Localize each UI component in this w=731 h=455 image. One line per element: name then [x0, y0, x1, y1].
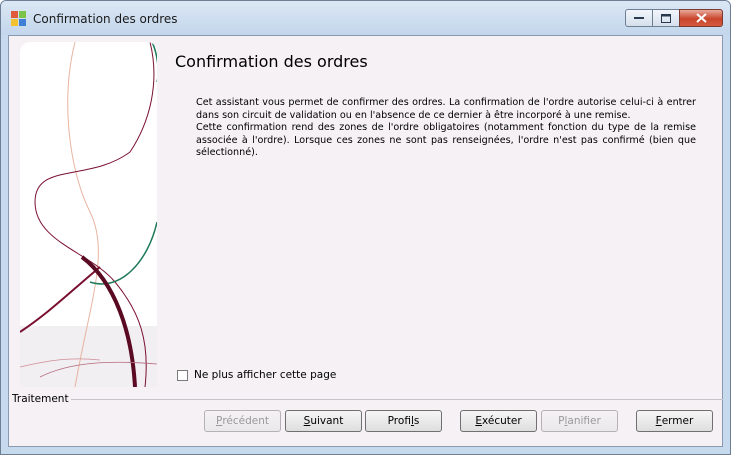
previous-button-label: récédent — [222, 415, 270, 427]
next-button[interactable]: Suivant — [285, 410, 362, 432]
close-wizard-button-label: ermer — [661, 415, 694, 427]
wizard-side-illustration — [20, 42, 157, 387]
execute-button-mnemonic: E — [475, 415, 482, 427]
close-icon — [695, 13, 707, 23]
close-wizard-button[interactable]: Fermer — [636, 410, 713, 432]
next-button-label: uivant — [310, 415, 344, 427]
app-window: Confirmation des ordres Confirmation des… — [0, 0, 731, 455]
profiles-button[interactable]: Profi l s — [365, 410, 442, 432]
description-text: Cet assistant vous permet de confirmer d… — [196, 97, 696, 160]
dont-show-again-checkbox[interactable] — [177, 369, 188, 381]
schedule-button[interactable]: Pl anifier — [541, 410, 618, 432]
group-divider — [65, 399, 723, 400]
page-title: Confirmation des ordres — [175, 52, 368, 71]
description-paragraph-2: Cette confirmation rend des zones de l'o… — [196, 122, 696, 158]
window-controls — [625, 9, 723, 27]
dont-show-again-option[interactable]: Ne plus afficher cette page — [177, 369, 336, 381]
dont-show-again-label: Ne plus afficher cette page — [194, 369, 337, 381]
decorative-curves — [20, 42, 157, 387]
profiles-button-label-a: Profi — [387, 415, 411, 427]
execute-button[interactable]: Exécuter — [460, 410, 537, 432]
wizard-client-area: Confirmation des ordres Cet assistant vo… — [8, 35, 723, 447]
maximize-icon — [661, 13, 671, 23]
minimize-button[interactable] — [625, 9, 653, 27]
app-icon — [11, 11, 27, 27]
maximize-button[interactable] — [652, 9, 680, 27]
window-title: Confirmation des ordres — [33, 12, 178, 26]
minimize-icon — [634, 17, 644, 19]
next-button-mnemonic: S — [303, 415, 311, 427]
execute-button-label: xécuter — [481, 415, 522, 427]
previous-button[interactable]: Précédent — [204, 410, 281, 432]
close-button[interactable] — [679, 9, 723, 27]
description-paragraph-1: Cet assistant vous permet de confirmer d… — [196, 97, 696, 121]
schedule-button-label-b: anifier — [567, 415, 601, 427]
title-bar[interactable]: Confirmation des ordres — [1, 1, 730, 35]
group-label: Traitement — [12, 393, 71, 405]
profiles-button-label-b: s — [413, 415, 420, 427]
